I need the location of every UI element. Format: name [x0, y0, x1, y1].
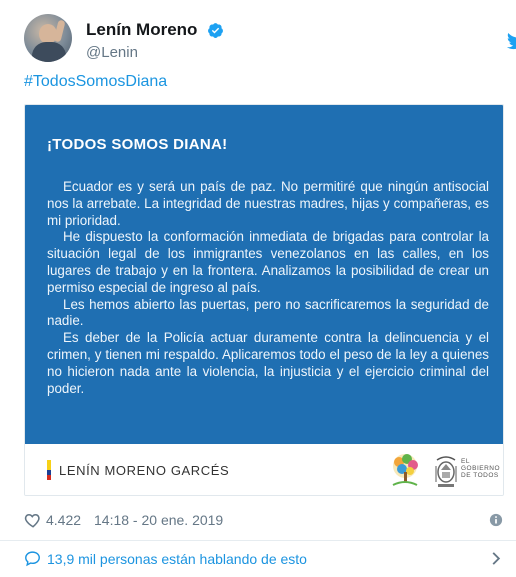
- twitter-bird-icon[interactable]: [507, 32, 516, 50]
- info-icon[interactable]: [489, 513, 503, 527]
- tweet-card: Lenín Moreno @Lenin #TodosSomosDiana ¡TO…: [0, 0, 516, 577]
- conversation-link[interactable]: 13,9 mil personas están hablando de esto: [24, 549, 504, 569]
- tweet-meta: 4.422 14:18 - 20 ene. 2019: [24, 511, 504, 531]
- statement-paragraph: Les hemos abierto las puertas, pero no s…: [47, 296, 489, 329]
- statement-panel: ¡TODOS SOMOS DIANA! Ecuador es y será un…: [25, 105, 503, 444]
- ecuador-coat-of-arms-icon: [435, 456, 457, 487]
- author-handle[interactable]: @Lenin: [86, 44, 138, 61]
- avatar[interactable]: [24, 14, 72, 62]
- avatar-raised-arm: [53, 19, 66, 43]
- government-logo-text: EL GOBIERNO DE TODOS: [461, 458, 501, 479]
- tweet-header: Lenín Moreno @Lenin: [24, 14, 516, 66]
- signature-name: LENÍN MORENO GARCÉS: [59, 463, 230, 478]
- heart-icon[interactable]: [24, 511, 42, 529]
- conversation-count-text: 13,9 mil personas están hablando de esto: [47, 551, 307, 567]
- author-display-name[interactable]: Lenín Moreno: [86, 20, 197, 40]
- statement-paragraph: Ecuador es y será un país de paz. No per…: [47, 179, 489, 228]
- statement-body: Ecuador es y será un país de paz. No per…: [47, 179, 489, 397]
- chat-bubble-icon: [25, 551, 40, 567]
- hashtag-link[interactable]: #TodosSomosDiana: [24, 73, 167, 91]
- statement-footer: LENÍN MORENO GARCÉS EL GOBIERNO DE TODOS: [25, 444, 503, 495]
- avatar-body: [32, 42, 66, 62]
- chevron-right-icon: [492, 552, 501, 565]
- tweet-media-image[interactable]: ¡TODOS SOMOS DIANA! Ecuador es y será un…: [24, 104, 504, 496]
- tree-logo-icon: [392, 454, 418, 486]
- verified-icon: [208, 23, 223, 38]
- statement-paragraph: Es deber de la Policía actuar duramente …: [47, 330, 489, 396]
- statement-paragraph: He dispuesto la conformación inmediata d…: [47, 229, 489, 295]
- ecuador-flag-bar: [47, 460, 51, 480]
- tweet-timestamp[interactable]: 14:18 - 20 ene. 2019: [94, 512, 223, 528]
- divider: [0, 540, 516, 541]
- statement-title: ¡TODOS SOMOS DIANA!: [47, 136, 228, 153]
- like-count[interactable]: 4.422: [46, 512, 81, 528]
